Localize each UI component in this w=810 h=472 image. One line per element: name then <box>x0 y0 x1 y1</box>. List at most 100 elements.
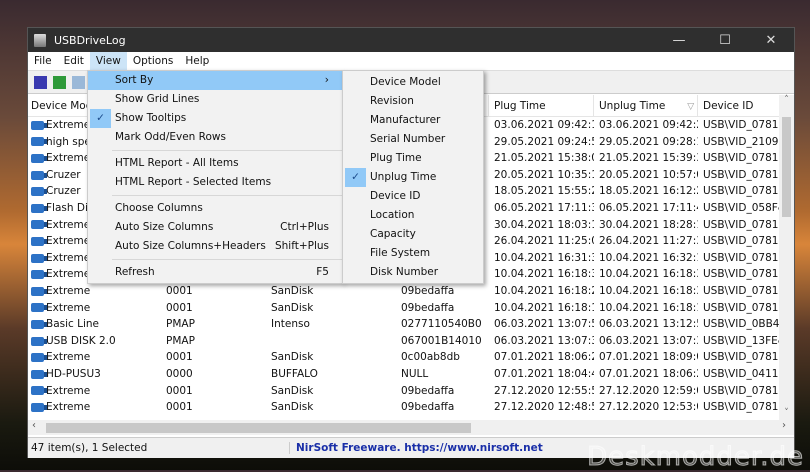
menu-item-label: Device Model <box>370 76 441 88</box>
cell: 10.04.2021 16:18:23 <box>494 284 594 297</box>
cell: 03.06.2021 09:42:22 <box>599 119 698 131</box>
copy-icon[interactable] <box>72 75 85 89</box>
cell: 0001 <box>166 401 193 414</box>
cell: USB\VID_0781&P <box>703 351 780 364</box>
cell <box>266 333 396 350</box>
table-row[interactable]: Extreme 0001 SanDisk 09bedaffa 27.12.2020 12… <box>28 383 780 400</box>
menu-options[interactable]: Options <box>127 52 180 71</box>
menu-item[interactable]: Mark Odd/Even Rows <box>88 128 342 147</box>
table-row[interactable]: HD-PUSU3 0000 BUFFALO NULL 07.01.2021 18:04:… <box>28 366 780 383</box>
usb-drive-icon <box>31 203 47 213</box>
usb-drive-icon <box>31 170 47 180</box>
menu-item[interactable]: Serial Number <box>343 130 483 149</box>
menu-item[interactable]: HTML Report - All Items <box>88 154 342 173</box>
cell: 10.04.2021 16:18:12 <box>494 301 594 314</box>
cell: 06.03.2021 13:12:57 <box>599 318 698 331</box>
vertical-scrollbar[interactable]: ˄ ˅ <box>779 95 794 420</box>
cell: 0001 <box>166 301 193 314</box>
cell: USB\VID_2109&P <box>703 135 780 148</box>
hscroll-thumb[interactable] <box>46 423 471 433</box>
menu-item[interactable]: Auto Size Columns+Headers Shift+Plus <box>88 237 342 256</box>
chevron-right-icon: › <box>324 74 329 86</box>
usb-drive-icon <box>31 402 47 412</box>
cell: 10.04.2021 16:18:31 <box>599 284 698 297</box>
cell: USB\VID_0781&P <box>703 168 780 181</box>
menu-item[interactable]: ✓ Unplug Time <box>343 168 483 187</box>
nirsoft-link[interactable]: NirSoft Freeware. https://www.nirsoft.ne… <box>290 442 543 454</box>
cell: 09bedaffa <box>401 384 455 397</box>
status-items: 47 item(s), 1 Selected <box>28 442 290 454</box>
usb-drive-icon <box>31 286 47 296</box>
menu-item[interactable]: ✓ Show Tooltips <box>88 109 342 128</box>
menu-item[interactable]: Sort By › <box>88 71 342 90</box>
cell: 06.05.2021 17:11:38 <box>494 201 594 214</box>
cell: 0c00ab8db <box>401 351 460 364</box>
menu-file[interactable]: File <box>28 52 58 71</box>
cell: 30.04.2021 18:03:14 <box>494 218 594 231</box>
minimize-button[interactable]: — <box>656 33 702 48</box>
column-header[interactable]: Unplug Time ▽ <box>594 95 698 116</box>
cell: 30.04.2021 18:28:17 <box>599 218 698 231</box>
menu-item-label: Serial Number <box>370 133 446 145</box>
menu-item-label: Choose Columns <box>115 202 203 214</box>
menu-separator <box>112 150 342 151</box>
menu-item[interactable]: Location <box>343 206 483 225</box>
table-row[interactable]: Extreme 0001 SanDisk 0c00ab8db 07.01.2021 18… <box>28 349 780 366</box>
cell: 0001 <box>166 284 193 297</box>
scroll-thumb[interactable] <box>782 117 791 217</box>
menu-help[interactable]: Help <box>179 52 215 71</box>
menu-item[interactable]: Disk Number <box>343 263 483 282</box>
menu-edit[interactable]: Edit <box>58 52 90 71</box>
table-row[interactable]: Basic Line PMAP Intenso 0277110540B0 06.03.2… <box>28 316 780 333</box>
cell: USB\VID_0781&P <box>703 401 780 414</box>
menu-item[interactable]: Device ID <box>343 187 483 206</box>
usb-drive-icon <box>31 120 47 130</box>
table-row[interactable]: Extreme 0001 SanDisk 09bedaffa 10.04.2021 16… <box>28 300 780 317</box>
view-menu: Sort By › Show Grid Lines ✓ Show Tooltips Mar… <box>87 70 343 284</box>
usb-drive-icon <box>31 369 47 379</box>
cell: 10.04.2021 16:32:14 <box>599 251 698 264</box>
menu-item[interactable]: Manufacturer <box>343 111 483 130</box>
cell: BUFFALO <box>271 367 318 380</box>
save-icon[interactable] <box>34 75 47 89</box>
cell: USB\VID_0781&P <box>703 301 780 314</box>
cell: PMAP <box>166 318 195 331</box>
menu-item[interactable]: Show Grid Lines <box>88 90 342 109</box>
window-title: USBDriveLog <box>54 33 126 47</box>
menu-item[interactable]: HTML Report - Selected Items <box>88 173 342 192</box>
refresh-icon[interactable] <box>53 75 66 89</box>
menu-item[interactable]: Refresh F5 <box>88 263 342 282</box>
menu-item[interactable]: Capacity <box>343 225 483 244</box>
menu-item-label: Auto Size Columns+Headers <box>115 240 266 252</box>
table-row[interactable]: Extreme 0001 SanDisk 09bedaffa 27.12.2020 12… <box>28 399 780 416</box>
cell: SanDisk <box>271 351 314 364</box>
menu-shortcut: Ctrl+Plus <box>280 221 329 233</box>
cell: USB\VID_13FE&P <box>703 334 780 347</box>
cell: 07.01.2021 18:06:21 <box>599 367 698 380</box>
cell: 26.04.2021 11:25:02 <box>494 235 594 248</box>
menu-item[interactable]: Choose Columns <box>88 199 342 218</box>
maximize-button[interactable]: ☐ <box>702 33 748 48</box>
column-header[interactable]: Device ID <box>698 95 780 116</box>
usb-drive-icon <box>31 319 47 329</box>
menu-item[interactable]: Plug Time <box>343 149 483 168</box>
menu-item-label: Capacity <box>370 228 416 240</box>
watermark: Deskmodder.de <box>587 442 804 472</box>
menu-item[interactable]: Auto Size Columns Ctrl+Plus <box>88 218 342 237</box>
table-row[interactable]: Extreme 0001 SanDisk 09bedaffa 10.04.2021 16… <box>28 283 780 300</box>
menu-item-label: Refresh <box>115 266 155 278</box>
cell: HD-PUSU3 <box>28 366 161 383</box>
menu-item[interactable]: File System <box>343 244 483 263</box>
column-header-label: Unplug Time <box>599 100 666 112</box>
cell: USB\VID_0BB4&P <box>703 318 780 331</box>
cell: 27.12.2020 12:53:00 <box>599 401 698 414</box>
column-header[interactable]: Plug Time <box>489 95 594 116</box>
menu-item[interactable]: Revision <box>343 92 483 111</box>
menu-view[interactable]: View <box>89 51 127 71</box>
menu-item[interactable]: Device Model <box>343 73 483 92</box>
cell: 29.05.2021 09:24:50 <box>494 135 594 148</box>
close-button[interactable]: ✕ <box>748 33 794 48</box>
cell: 10.04.2021 16:18:19 <box>599 301 698 314</box>
table-row[interactable]: USB DISK 2.0 PMAP 067001B14010 06.03.2021 1… <box>28 333 780 350</box>
horizontal-scrollbar[interactable]: ‹ › <box>28 420 794 435</box>
